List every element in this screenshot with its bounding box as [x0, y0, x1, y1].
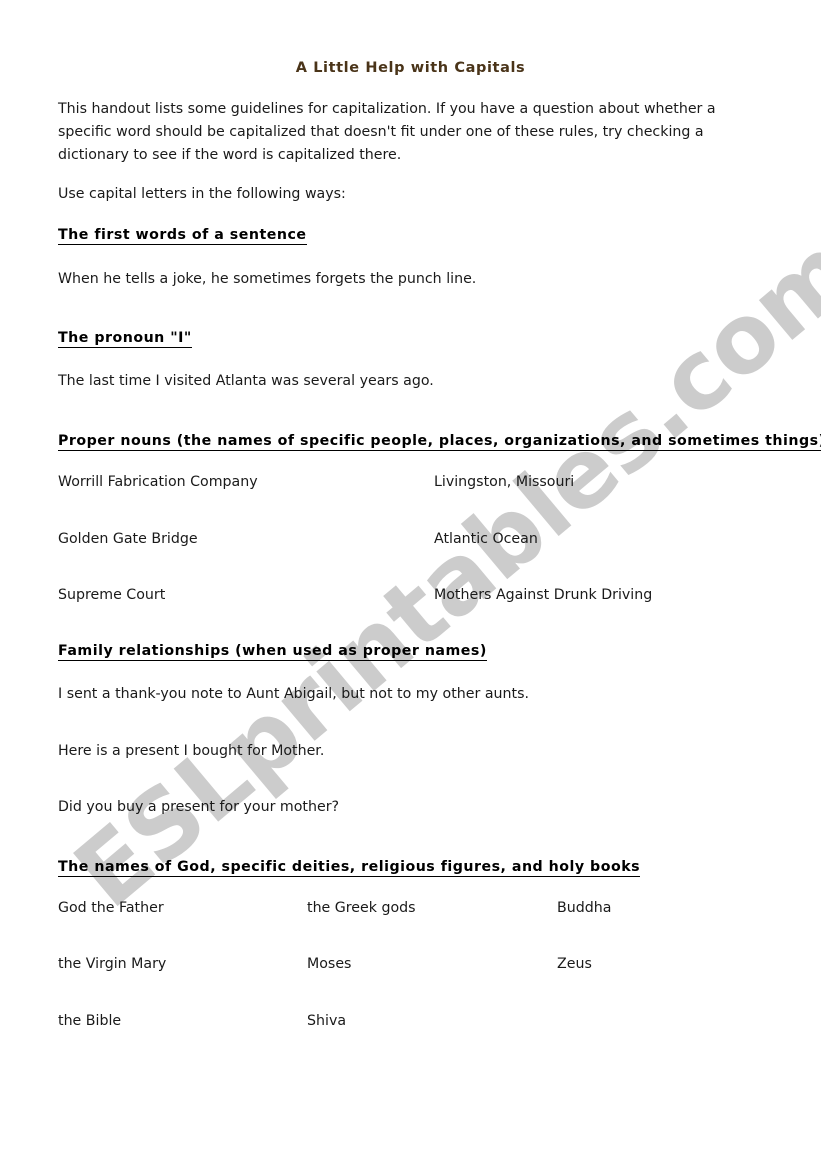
section-heading-text: Proper nouns (the names of specific peop… [58, 433, 821, 451]
deity-item: the Virgin Mary [58, 956, 167, 972]
deity-item: Zeus [557, 956, 592, 972]
proper-noun-item: Atlantic Ocean [434, 531, 538, 547]
example-family-3: Did you buy a present for your mother? [58, 799, 340, 815]
section-heading-family-relationships: Family relationships (when used as prope… [58, 643, 487, 661]
intro-paragraph: This handout lists some guidelines for c… [58, 101, 716, 163]
worksheet-page: ESLprintables.com A Little Help with Cap… [0, 0, 821, 1169]
deity-item: the Greek gods [307, 900, 416, 916]
example-family-2: Here is a present I bought for Mother. [58, 743, 325, 759]
section-heading-names-of-god: The names of God, specific deities, reli… [58, 859, 641, 877]
section-heading-first-words: The first words of a sentence [58, 227, 307, 245]
deity-item: Shiva [307, 1013, 347, 1029]
page-title: A Little Help with Capitals [295, 60, 526, 76]
document-content: A Little Help with Capitals This handout… [0, 0, 821, 1169]
section-heading-text: The first words of a sentence [58, 227, 307, 245]
section-heading-text: Family relationships (when used as prope… [58, 643, 487, 661]
proper-noun-item: Worrill Fabrication Company [58, 474, 258, 490]
proper-noun-item: Supreme Court [58, 587, 166, 603]
proper-noun-item: Mothers Against Drunk Driving [434, 587, 653, 603]
deity-item: Buddha [557, 900, 612, 916]
section-heading-proper-nouns: Proper nouns (the names of specific peop… [58, 433, 821, 451]
example-family-1: I sent a thank-you note to Aunt Abigail,… [58, 686, 529, 702]
section-heading-pronoun-i: The pronoun "I" [58, 330, 192, 348]
deity-item: God the Father [58, 900, 164, 916]
proper-noun-item: Livingston, Missouri [434, 474, 575, 490]
deity-item: Moses [307, 956, 352, 972]
section-heading-text: The pronoun "I" [58, 330, 192, 348]
example-pronoun-i-1: The last time I visited Atlanta was seve… [58, 373, 434, 389]
deity-item: the Bible [58, 1013, 122, 1029]
example-first-words-1: When he tells a joke, he sometimes forge… [58, 271, 477, 287]
proper-noun-item: Golden Gate Bridge [58, 531, 198, 547]
section-heading-text: The names of God, specific deities, reli… [58, 859, 641, 877]
lead-in-text: Use capital letters in the following way… [58, 186, 346, 202]
